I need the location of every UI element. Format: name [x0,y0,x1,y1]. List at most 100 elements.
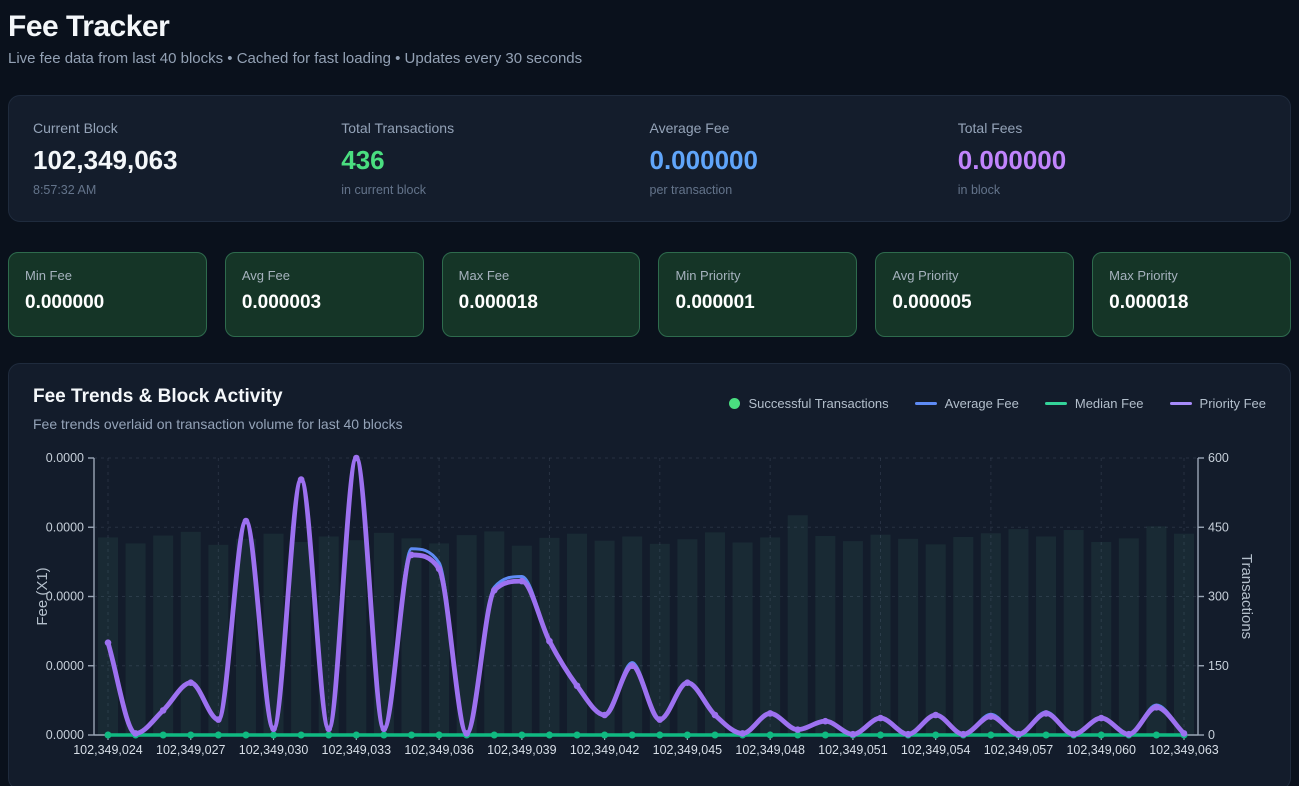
transactions-bar [181,532,201,735]
data-point-dot [1153,704,1160,711]
stat-total-fees: Total Fees 0.000000 in block [958,120,1266,197]
fee-tracker-page: Fee Tracker Live fee data from last 40 b… [0,0,1299,786]
chart-panel: Fee Trends & Block Activity Fee trends o… [8,363,1291,786]
svg-text:0.0000: 0.0000 [46,590,84,604]
stat-value: 436 [341,145,649,176]
stat-value: 0.000000 [958,145,1266,176]
chart-subtitle: Fee trends overlaid on transaction volum… [33,416,403,432]
legend-line-icon [1045,402,1067,405]
data-point-dot [656,732,663,739]
data-point-dot [1015,731,1022,738]
stat-sub: in block [958,183,1266,197]
svg-text:102,349,054: 102,349,054 [901,743,971,757]
chart-title: Fee Trends & Block Activity [33,386,403,408]
data-point-dot [877,715,884,722]
transactions-bar [677,539,697,735]
svg-text:102,349,060: 102,349,060 [1066,743,1136,757]
fee-trends-chart[interactable]: 0.00006000.00004500.00003000.00001500.00… [33,448,1268,766]
data-point-dot [519,578,526,585]
stat-current-block: Current Block 102,349,063 8:57:32 AM [33,120,341,197]
data-point-dot [822,718,829,725]
data-point-dot [518,732,525,739]
legend-item-median-fee: Median Fee [1045,396,1144,411]
data-point-dot [546,732,553,739]
stat-total-transactions: Total Transactions 436 in current block [341,120,649,197]
data-point-dot [656,716,663,723]
transactions-bar [126,543,146,735]
data-point-dot [932,712,939,719]
data-point-dot [629,732,636,739]
data-point-dot [270,726,277,733]
data-point-dot [767,732,774,739]
svg-text:300: 300 [1208,590,1229,604]
legend-line-icon [915,402,937,405]
stat-sub: 8:57:32 AM [33,183,341,197]
stat-label: Total Fees [958,120,1266,136]
transactions-bar [760,537,780,735]
fee-card-label: Max Priority [1109,268,1274,283]
data-point-dot [601,712,608,719]
fee-card-value: 0.000003 [242,292,407,314]
data-point-dot [243,518,250,525]
fee-card-value: 0.000001 [675,292,840,314]
data-point-dot [436,566,443,573]
svg-text:Fee (X1): Fee (X1) [34,567,51,625]
page-subtitle: Live fee data from last 40 blocks • Cach… [8,50,1291,67]
data-point-dot [822,732,829,739]
transactions-bar [1008,529,1028,735]
transactions-bar [871,535,891,735]
svg-text:Transactions: Transactions [1238,554,1255,639]
transactions-bar [843,541,863,735]
legend-item-priority-fee: Priority Fee [1170,396,1266,411]
stat-label: Current Block [33,120,341,136]
legend-line-icon [1170,402,1192,405]
fee-card-value: 0.000000 [25,292,190,314]
data-point-dot [298,732,305,739]
fee-card-max-fee: Max Fee 0.000018 [442,252,641,337]
transactions-bar [815,536,835,735]
data-point-dot [353,455,360,462]
svg-text:450: 450 [1208,520,1229,534]
transactions-bar [1091,542,1111,735]
data-point-dot [711,732,718,739]
stat-value: 102,349,063 [33,145,341,176]
transactions-bar [98,537,118,735]
data-point-dot [877,732,884,739]
data-point-dot [463,730,470,737]
data-point-dot [629,662,636,669]
fee-chart-canvas[interactable]: 0.00006000.00004500.00003000.00001500.00… [33,448,1266,771]
svg-text:102,349,048: 102,349,048 [735,743,805,757]
data-point-dot [187,679,194,686]
fee-card-label: Min Priority [675,268,840,283]
data-point-dot [960,731,967,738]
data-point-dot [270,732,277,739]
svg-text:150: 150 [1208,659,1229,673]
data-point-dot [298,476,305,483]
legend-label: Median Fee [1075,396,1144,411]
transactions-bar [1119,538,1139,735]
data-point-dot [1098,715,1105,722]
transactions-bar [1174,534,1194,735]
svg-text:0.0000: 0.0000 [46,728,84,742]
transactions-bar [898,539,918,735]
fee-card-label: Max Fee [459,268,624,283]
legend-label: Priority Fee [1200,396,1266,411]
stat-label: Total Transactions [341,120,649,136]
legend-item-successful-transactions: Successful Transactions [729,396,888,411]
data-point-dot [187,732,194,739]
data-point-dot [105,639,112,646]
data-point-dot [546,638,553,645]
svg-text:102,349,042: 102,349,042 [570,743,640,757]
stats-panel: Current Block 102,349,063 8:57:32 AM Tot… [8,95,1291,222]
svg-text:0.0000: 0.0000 [46,659,84,673]
data-point-dot [1098,732,1105,739]
transactions-bar [512,546,532,735]
data-point-dot [712,712,719,719]
transactions-bar [1064,530,1084,735]
svg-text:102,349,063: 102,349,063 [1149,743,1219,757]
legend-label: Successful Transactions [748,396,888,411]
transactions-bar [567,534,587,735]
svg-text:102,349,051: 102,349,051 [818,743,888,757]
data-point-dot [436,732,443,739]
fee-card-max-priority: Max Priority 0.000018 [1092,252,1291,337]
